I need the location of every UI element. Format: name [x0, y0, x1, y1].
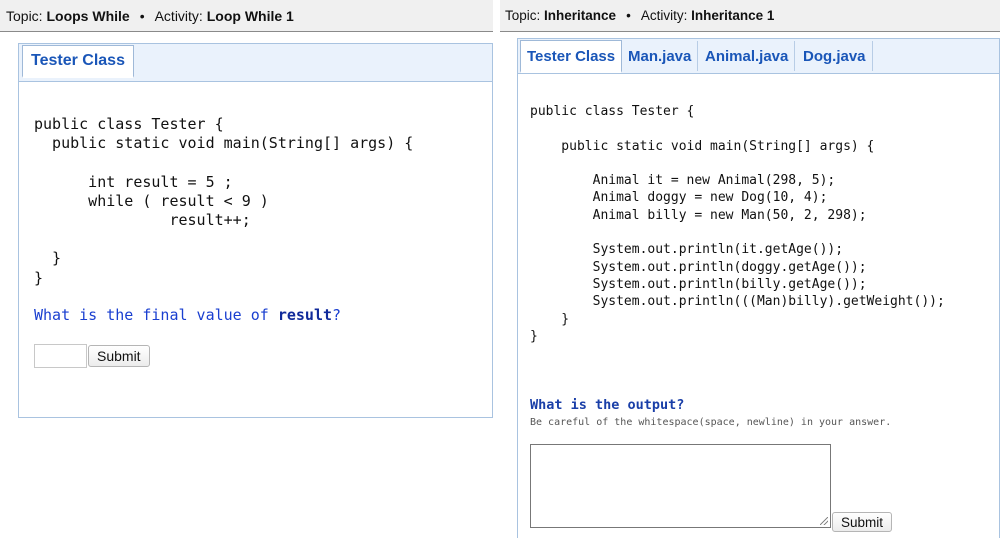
submit-button[interactable]: Submit: [88, 345, 150, 367]
resize-grip-icon[interactable]: [820, 517, 828, 525]
answer-textarea[interactable]: [530, 444, 831, 528]
tab-man-java[interactable]: Man.java: [622, 41, 699, 71]
activity-name: Loop While 1: [206, 7, 294, 24]
breadcrumb-separator: •: [139, 7, 145, 24]
right-exercise-panel: Topic: Inheritance • Activity: Inheritan…: [500, 0, 1000, 538]
question-keyword: result: [277, 306, 333, 324]
code-panel: public class Tester { public static void…: [517, 73, 1000, 538]
topic-name: Loops While: [46, 7, 130, 24]
tab-tester-class[interactable]: Tester Class: [520, 40, 623, 73]
activity-label: Activity:: [640, 8, 688, 23]
tab-animal-java[interactable]: Animal.java: [699, 41, 796, 71]
answer-input[interactable]: [34, 344, 87, 368]
question-suffix: ?: [332, 306, 342, 324]
activity-label: Activity:: [154, 7, 203, 24]
code-listing: public class Tester { public static void…: [530, 104, 945, 344]
code-listing: public class Tester { public static void…: [34, 115, 414, 287]
code-panel: public class Tester { public static void…: [18, 81, 493, 418]
left-breadcrumb: Topic: Loops While • Activity: Loop Whil…: [0, 0, 493, 32]
question-prefix: What is the final value of: [34, 306, 278, 324]
tab-tester-class[interactable]: Tester Class: [22, 45, 134, 78]
activity-name: Inheritance 1: [691, 8, 775, 23]
submit-button[interactable]: Submit: [832, 512, 893, 532]
topic-label: Topic:: [6, 7, 43, 24]
right-breadcrumb: Topic: Inheritance • Activity: Inheritan…: [500, 0, 1000, 32]
file-tabs: Tester Class Man.java Animal.java Dog.ja…: [517, 38, 1000, 74]
topic-label: Topic:: [505, 8, 541, 23]
question-text: What is the output?: [530, 397, 685, 413]
tab-dog-java[interactable]: Dog.java: [797, 41, 873, 71]
breadcrumb-separator: •: [626, 8, 631, 23]
question-hint: Be careful of the whitespace(space, newl…: [530, 417, 892, 428]
left-exercise-panel: Topic: Loops While • Activity: Loop Whil…: [0, 0, 493, 538]
file-tabs: Tester Class: [18, 43, 493, 81]
topic-name: Inheritance: [544, 8, 617, 23]
question-text: What is the final value of result?: [34, 306, 341, 324]
